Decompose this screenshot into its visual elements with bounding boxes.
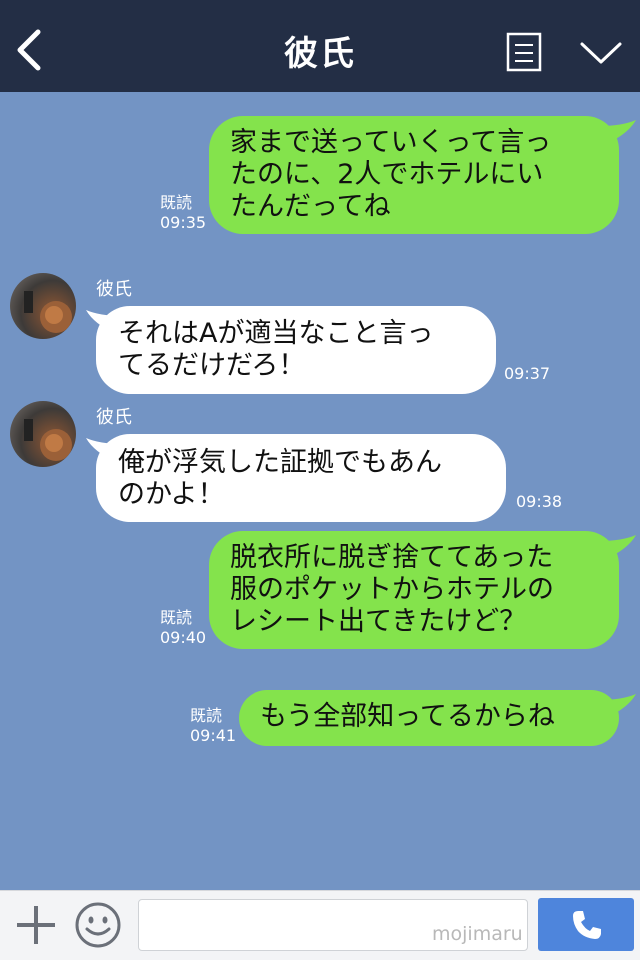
chat-screen: 彼氏 既読 09:35 家まで送っていくって言っ たのに、2人でホテルにい たん… [0, 0, 640, 960]
avatar-photo [24, 419, 72, 461]
note-menu-button[interactable] [506, 32, 542, 72]
watermark-text: mojimaru [432, 923, 523, 945]
read-receipt: 既読 09:41 [190, 706, 236, 746]
message-time: 09:41 [190, 726, 237, 745]
expand-menu-button[interactable] [578, 38, 624, 68]
chevron-down-icon [580, 42, 622, 64]
message-text: 俺が浮気した証拠でもあん のかよ！ [118, 447, 442, 510]
avatar[interactable] [10, 273, 76, 339]
note-list-icon [506, 32, 542, 72]
chat-header: 彼氏 [0, 0, 640, 92]
message-text: 脱衣所に脱ぎ捨ててあった 服のポケットからホテルの レシート出てきたけど？ [230, 542, 554, 637]
message-time: 09:35 [160, 213, 207, 232]
smiley-icon [75, 902, 121, 948]
chat-title: 彼氏 [284, 34, 356, 74]
plus-icon [17, 906, 55, 944]
avatar[interactable] [10, 401, 76, 467]
emoji-button[interactable] [74, 901, 122, 949]
read-label: 既読 [190, 706, 223, 725]
message-text: 家まで送っていくって言っ たのに、2人でホテルにい たんだってね [230, 127, 552, 222]
read-label: 既読 [160, 193, 193, 212]
read-receipt: 既読 09:35 [160, 193, 206, 233]
sender-name: 彼氏 [96, 279, 132, 300]
message-time: 09:40 [160, 628, 207, 647]
message-text: もう全部知ってるからね [260, 701, 555, 732]
read-receipt: 既読 09:40 [160, 608, 206, 648]
message-time: 09:38 [516, 492, 563, 511]
message-text: それはAが適当なこと言っ てるだけだろ！ [118, 318, 434, 381]
add-button[interactable] [14, 903, 58, 947]
phone-icon [573, 911, 601, 939]
message-time: 09:37 [504, 364, 551, 383]
sender-name: 彼氏 [96, 407, 132, 428]
call-button[interactable] [538, 898, 634, 951]
read-label: 既読 [160, 608, 193, 627]
avatar-photo [24, 291, 72, 333]
